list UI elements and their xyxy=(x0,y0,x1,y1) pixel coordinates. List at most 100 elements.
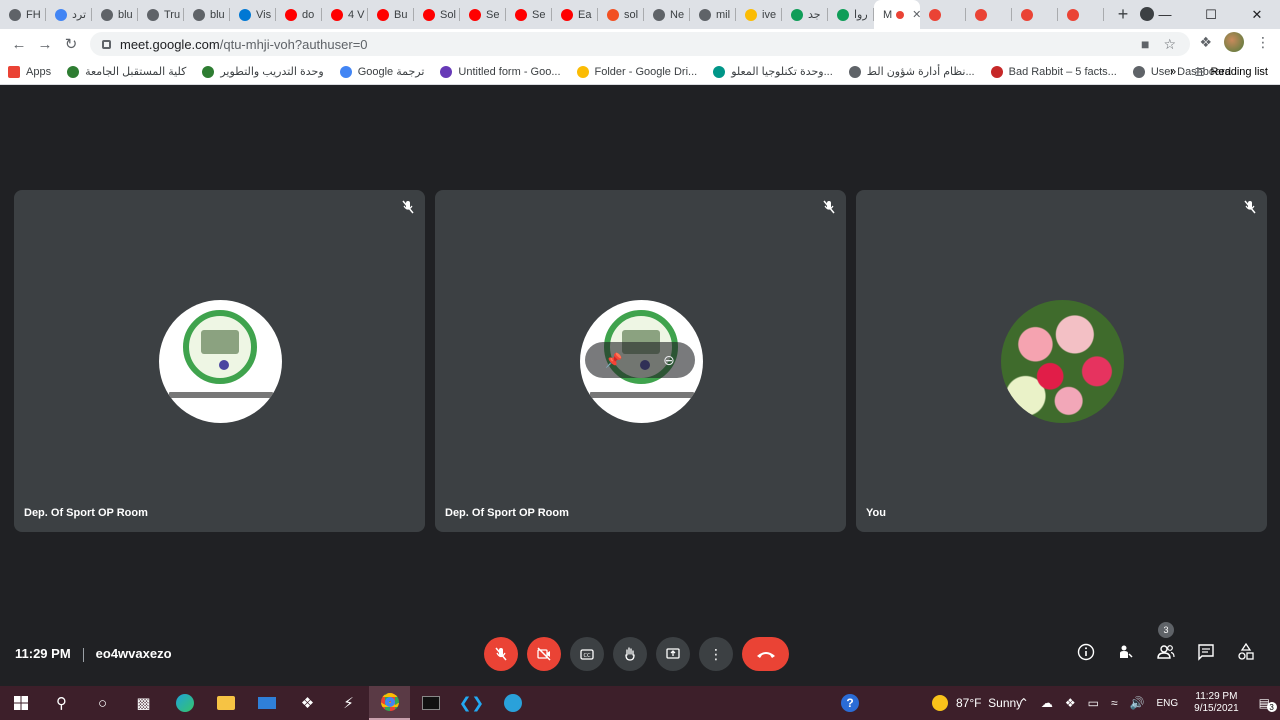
camera-in-use-icon[interactable]: ■ xyxy=(1141,36,1149,53)
terminal-icon[interactable] xyxy=(410,686,451,720)
tab-favicon-icon xyxy=(377,8,389,21)
battery-icon[interactable]: ▭ xyxy=(1088,696,1099,710)
weather-widget[interactable]: 87°F Sunny xyxy=(932,686,1022,720)
browser-tab[interactable]: blu xyxy=(184,0,230,29)
app-lightning-icon[interactable]: ⚡ xyxy=(328,686,369,720)
browser-tab[interactable]: sol xyxy=(598,0,644,29)
bookmark-favicon-icon xyxy=(440,65,453,78)
tab-active[interactable]: M ✕ xyxy=(874,0,920,29)
browser-menu-icon[interactable]: ⋮ xyxy=(1256,34,1270,51)
browser-tab[interactable]: FH xyxy=(0,0,46,29)
pin-icon[interactable]: 📌 xyxy=(605,352,622,369)
browser-tab[interactable]: Tru xyxy=(138,0,184,29)
browser-tab[interactable]: do xyxy=(276,0,322,29)
browser-tab[interactable]: Se xyxy=(460,0,506,29)
reading-list-button[interactable]: ☰ Reading list xyxy=(1195,59,1268,85)
browser-tab[interactable] xyxy=(1012,0,1058,29)
close-window-button[interactable]: ✕ xyxy=(1234,0,1280,29)
back-arrow-icon[interactable]: ← xyxy=(6,31,32,57)
participant-tile[interactable]: 📌 ⊖ Dep. Of Sport OP Room xyxy=(435,190,846,532)
new-tab-button[interactable]: + xyxy=(1110,0,1136,29)
browser-tab[interactable] xyxy=(920,0,966,29)
info-icon xyxy=(1077,643,1095,661)
dropbox-icon[interactable]: ❖ xyxy=(287,686,328,720)
bookmark-favicon-icon xyxy=(67,65,80,78)
more-options-button[interactable]: ⋮ xyxy=(699,637,733,671)
people-button[interactable]: 3 xyxy=(1156,622,1176,662)
activities-button[interactable] xyxy=(1236,642,1256,662)
bookmark-item[interactable]: نظام أدارة شؤون الط... xyxy=(841,59,983,85)
apps-shortcut[interactable]: Apps xyxy=(0,59,59,85)
self-tile[interactable]: You xyxy=(856,190,1267,532)
taskbar-clock[interactable]: 11:29 PM 9/15/2021 xyxy=(1194,691,1239,715)
close-tab-icon[interactable]: ✕ xyxy=(912,8,920,21)
browser-tab[interactable]: blu xyxy=(92,0,138,29)
bookmark-item[interactable]: Folder - Google Dri... xyxy=(569,59,706,85)
reload-icon[interactable]: ↻ xyxy=(58,31,84,57)
browser-tab[interactable]: ive xyxy=(736,0,782,29)
browser-tab[interactable]: ترد xyxy=(46,0,92,29)
browser-tab[interactable]: Ne xyxy=(644,0,690,29)
browser-tab[interactable] xyxy=(1058,0,1104,29)
browser-tab[interactable]: Vis xyxy=(230,0,276,29)
wifi-icon[interactable]: ≈ xyxy=(1111,696,1118,710)
bookmark-item[interactable]: وحدة تكنلوجيا المعلو... xyxy=(705,59,841,85)
start-button[interactable] xyxy=(0,686,41,720)
apps-grid-icon xyxy=(8,65,20,78)
host-controls-button[interactable] xyxy=(1116,642,1136,662)
address-bar[interactable]: meet.google.com/qtu-mhji-voh?authuser=0 … xyxy=(90,32,1190,56)
raise-hand-button[interactable] xyxy=(613,637,647,671)
bookmark-item[interactable]: Bad Rabbit – 5 facts... xyxy=(983,59,1125,85)
meeting-details-button[interactable] xyxy=(1076,642,1096,662)
dropbox-tray-icon[interactable]: ❖ xyxy=(1065,696,1076,710)
task-view-icon[interactable]: ▩ xyxy=(123,686,164,720)
bookmark-item[interactable]: Google ترجمة xyxy=(332,59,433,85)
edge-icon[interactable] xyxy=(164,686,205,720)
toggle-camera-button[interactable] xyxy=(527,637,561,671)
bookmark-item[interactable]: وحدة التدريب والتطوير xyxy=(194,59,331,85)
file-explorer-icon[interactable] xyxy=(205,686,246,720)
cortana-icon[interactable]: ○ xyxy=(82,686,123,720)
present-screen-button[interactable] xyxy=(656,637,690,671)
bookmark-item[interactable]: Untitled form - Goo... xyxy=(432,59,568,85)
toggle-mic-button[interactable] xyxy=(484,637,518,671)
browser-tab[interactable] xyxy=(966,0,1012,29)
chat-button[interactable] xyxy=(1196,642,1216,662)
vscode-icon[interactable]: ❮❯ xyxy=(451,686,492,720)
browser-tab[interactable]: 4 V xyxy=(322,0,368,29)
profile-avatar[interactable] xyxy=(1224,32,1244,52)
remove-icon[interactable]: ⊖ xyxy=(663,352,675,369)
url-host: meet.google.com xyxy=(120,36,220,52)
bookmark-star-icon[interactable]: ☆ xyxy=(1163,36,1176,53)
browser-tab[interactable]: جد xyxy=(782,0,828,29)
search-icon[interactable]: ⚲ xyxy=(41,686,82,720)
bookmarks-overflow-button[interactable]: » xyxy=(1170,59,1176,85)
onedrive-cloud-icon[interactable]: ☁ xyxy=(1041,696,1053,710)
forward-arrow-icon[interactable]: → xyxy=(32,31,58,57)
lock-icon[interactable] xyxy=(102,39,111,49)
volume-icon[interactable]: 🔊 xyxy=(1130,696,1145,710)
captions-button[interactable]: CC xyxy=(570,637,604,671)
browser-tab[interactable]: روا xyxy=(828,0,874,29)
participant-avatar xyxy=(158,300,282,423)
bookmark-item[interactable]: كلية المستقبل الجامعة xyxy=(59,59,194,85)
hang-up-icon xyxy=(756,652,775,658)
mail-icon[interactable] xyxy=(246,686,287,720)
browser-tab[interactable]: Ea xyxy=(552,0,598,29)
minimize-button[interactable]: — xyxy=(1142,0,1188,29)
browser-tab[interactable]: mil xyxy=(690,0,736,29)
language-indicator[interactable]: ENG xyxy=(1156,698,1178,709)
extensions-puzzle-icon[interactable]: ❖ xyxy=(1199,34,1212,51)
maximize-button[interactable]: ☐ xyxy=(1188,0,1234,29)
help-icon[interactable]: ? xyxy=(841,694,859,712)
browser-tab[interactable]: Bu xyxy=(368,0,414,29)
browser-tab[interactable]: Sol xyxy=(414,0,460,29)
leave-call-button[interactable] xyxy=(742,637,789,671)
notifications-button[interactable]: ▤ 3 xyxy=(1259,696,1277,712)
browser-tab[interactable]: Se xyxy=(506,0,552,29)
telegram-icon[interactable] xyxy=(492,686,533,720)
bookmark-label: Google ترجمة xyxy=(357,66,425,78)
tray-overflow-icon[interactable]: ⌃ xyxy=(1019,696,1029,710)
participant-tile[interactable]: Dep. Of Sport OP Room xyxy=(14,190,425,532)
chrome-icon[interactable] xyxy=(369,686,410,720)
